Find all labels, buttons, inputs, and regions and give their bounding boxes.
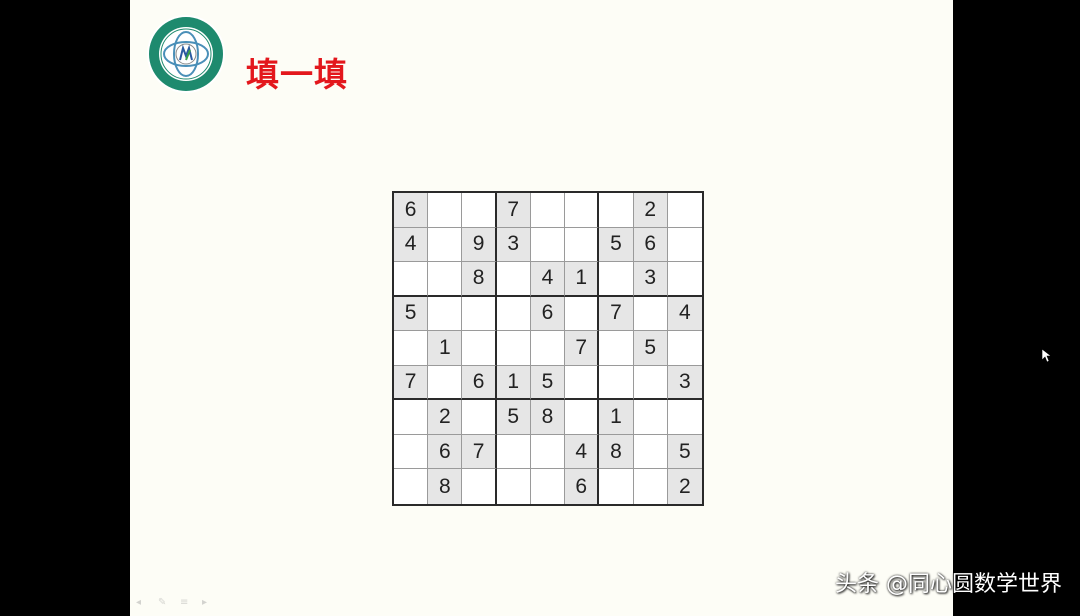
sudoku-cell[interactable] — [394, 434, 429, 470]
sudoku-cell[interactable] — [428, 365, 463, 401]
sudoku-cell[interactable] — [565, 400, 600, 435]
sudoku-cell: 5 — [496, 400, 531, 435]
sudoku-cell[interactable] — [633, 434, 668, 470]
sudoku-cell[interactable] — [599, 365, 634, 401]
sudoku-cell: 7 — [394, 365, 429, 401]
sudoku-cell[interactable] — [530, 227, 566, 263]
sudoku-cell[interactable] — [633, 365, 668, 401]
sudoku-cell[interactable] — [462, 400, 497, 435]
sudoku-cell[interactable] — [633, 296, 668, 332]
sudoku-cell: 1 — [428, 331, 463, 366]
sudoku-cell[interactable] — [462, 193, 497, 228]
sudoku-cell: 5 — [633, 331, 668, 366]
sudoku-cell[interactable] — [530, 193, 566, 228]
sudoku-cell[interactable] — [633, 400, 668, 435]
sudoku-grid: 672493568413567417576153258167485862 — [392, 191, 704, 506]
sudoku-cell[interactable] — [565, 193, 600, 228]
sudoku-cell[interactable] — [496, 296, 531, 332]
sudoku-cell[interactable] — [496, 262, 531, 297]
sudoku-cell[interactable] — [496, 331, 531, 366]
sudoku-cell: 6 — [428, 434, 463, 470]
slide-title: 填一填 — [246, 55, 348, 94]
sudoku-cell: 3 — [496, 227, 531, 263]
presentation-slide: 填一填 672493568413567417576153258167485862… — [130, 0, 953, 616]
sudoku-cell[interactable] — [462, 469, 497, 504]
sudoku-cell[interactable] — [496, 434, 531, 470]
sudoku-cell: 8 — [462, 262, 497, 297]
sudoku-cell: 5 — [599, 227, 634, 263]
sudoku-cell: 3 — [667, 365, 702, 401]
sudoku-cell: 6 — [565, 469, 600, 504]
mouse-pointer-icon — [1042, 349, 1052, 363]
sudoku-cell: 6 — [530, 296, 566, 332]
sudoku-cell: 7 — [599, 296, 634, 332]
sudoku-cell: 5 — [667, 434, 702, 470]
sudoku-cell: 8 — [599, 434, 634, 470]
sudoku-cell[interactable] — [667, 400, 702, 435]
sudoku-cell: 4 — [394, 227, 429, 263]
sudoku-cell[interactable] — [599, 331, 634, 366]
sudoku-cell[interactable] — [428, 227, 463, 263]
sudoku-cell: 8 — [428, 469, 463, 504]
sudoku-cell: 7 — [565, 331, 600, 366]
sudoku-cell: 9 — [462, 227, 497, 263]
pen-icon[interactable]: ✎ — [158, 598, 172, 608]
sudoku-cell: 2 — [667, 469, 702, 504]
sudoku-cell: 4 — [530, 262, 566, 297]
sudoku-cell: 6 — [394, 193, 429, 228]
slide-controls[interactable]: ◂ ✎ ≡ ▸ — [136, 598, 216, 608]
sudoku-cell[interactable] — [394, 331, 429, 366]
sudoku-cell: 2 — [428, 400, 463, 435]
sudoku-cell[interactable] — [599, 262, 634, 297]
sudoku-cell: 6 — [462, 365, 497, 401]
sudoku-cell[interactable] — [394, 400, 429, 435]
sudoku-cell[interactable] — [462, 296, 497, 332]
menu-icon[interactable]: ≡ — [180, 598, 194, 608]
sudoku-cell: 7 — [462, 434, 497, 470]
sudoku-cell[interactable] — [667, 331, 702, 366]
sudoku-cell: 1 — [565, 262, 600, 297]
sudoku-cell[interactable] — [530, 331, 566, 366]
sudoku-cell[interactable] — [428, 296, 463, 332]
sudoku-cell[interactable] — [497, 469, 531, 504]
sudoku-cell[interactable] — [599, 469, 634, 504]
sudoku-cell: 7 — [496, 193, 531, 228]
sudoku-cell: 1 — [599, 400, 634, 435]
sudoku-cell[interactable] — [428, 193, 463, 228]
prev-slide-icon[interactable]: ◂ — [136, 598, 150, 608]
next-slide-icon[interactable]: ▸ — [202, 598, 216, 608]
sudoku-cell[interactable] — [634, 469, 668, 504]
sudoku-cell[interactable] — [565, 296, 600, 332]
sudoku-cell[interactable] — [667, 228, 702, 263]
sudoku-cell[interactable] — [667, 262, 702, 297]
sudoku-cell: 4 — [565, 434, 600, 470]
sudoku-cell[interactable] — [531, 469, 566, 504]
sudoku-cell: 8 — [530, 400, 566, 435]
sudoku-cell[interactable] — [565, 227, 600, 263]
sudoku-cell[interactable] — [565, 365, 600, 401]
sudoku-cell: 5 — [530, 365, 566, 401]
sudoku-cell: 2 — [633, 193, 668, 228]
sudoku-cell: 4 — [667, 296, 702, 332]
sudoku-cell: 6 — [633, 227, 668, 263]
school-emblem-icon — [147, 15, 225, 93]
sudoku-cell[interactable] — [530, 434, 566, 470]
sudoku-cell[interactable] — [394, 469, 429, 504]
sudoku-cell: 1 — [496, 365, 531, 401]
sudoku-cell: 3 — [633, 262, 668, 297]
sudoku-cell[interactable] — [462, 331, 497, 366]
sudoku-cell[interactable] — [394, 262, 429, 297]
sudoku-cell[interactable] — [428, 262, 463, 297]
sudoku-cell[interactable] — [599, 193, 634, 228]
watermark: 头条 @同心圆数学世界 — [835, 572, 1062, 597]
sudoku-cell[interactable] — [667, 193, 702, 228]
sudoku-cell: 5 — [394, 296, 429, 332]
